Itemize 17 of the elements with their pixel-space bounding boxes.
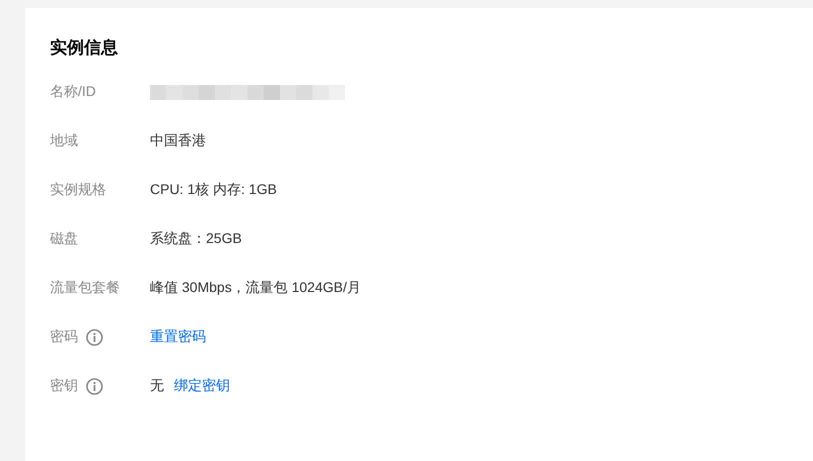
field-label: 名称/ID xyxy=(50,83,96,101)
field-label: 磁盘 xyxy=(50,230,78,248)
field-value: 无 xyxy=(150,377,164,395)
action-link[interactable]: 重置密码 xyxy=(150,328,206,346)
field-label: 实例规格 xyxy=(50,181,106,199)
info-icon[interactable] xyxy=(86,328,103,346)
field-label: 流量包套餐 xyxy=(50,279,120,297)
info-icon[interactable] xyxy=(86,378,103,394)
field-value: 峰值 30Mbps，流量包 1024GB/月 xyxy=(150,279,361,297)
field-value: 系统盘：25GB xyxy=(150,230,242,248)
field-value: 中国香港 xyxy=(150,132,206,150)
field-label: 密码 xyxy=(50,328,78,346)
field-label: 地域 xyxy=(50,132,78,150)
action-link[interactable]: 绑定密钥 xyxy=(174,377,230,395)
section-title: 实例信息 xyxy=(50,37,118,59)
field-value: CPU: 1核 内存: 1GB xyxy=(150,181,277,199)
field-label: 密钥 xyxy=(50,377,78,395)
